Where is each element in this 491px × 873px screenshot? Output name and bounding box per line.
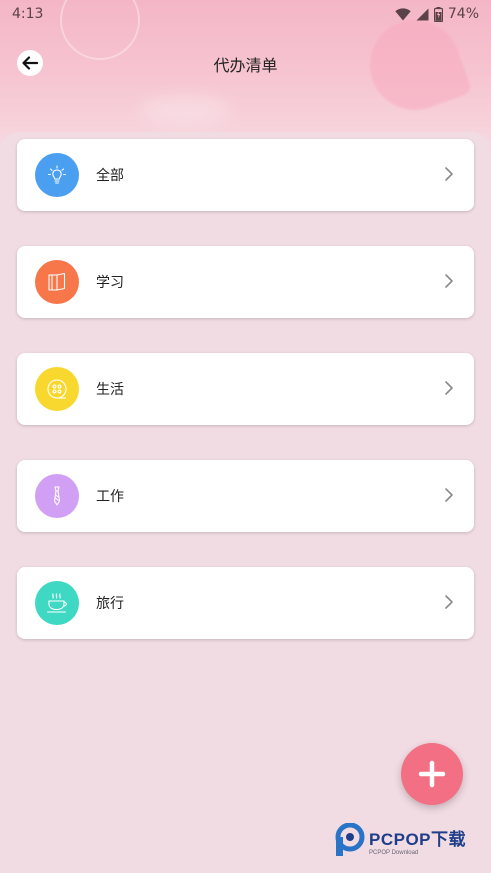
status-bar: 4:13 74% [0, 0, 491, 28]
chevron-right-icon [445, 381, 453, 395]
battery-icon [433, 6, 443, 22]
signal-icon [416, 8, 429, 20]
wifi-icon [395, 7, 411, 20]
category-item-all[interactable]: 全部 [17, 139, 474, 211]
tie-icon [35, 474, 79, 518]
category-item-life[interactable]: 生活 [17, 353, 474, 425]
battery-percent: 74% [447, 6, 479, 22]
category-label: 工作 [96, 489, 124, 505]
book-icon [35, 260, 79, 304]
lightbulb-icon [35, 153, 79, 197]
chevron-right-icon [445, 488, 453, 502]
category-label: 学习 [96, 275, 124, 291]
category-item-work[interactable]: 工作 [17, 460, 474, 532]
decor-glow [140, 95, 230, 125]
watermark-brand: PCPOP下载 [369, 829, 467, 849]
chevron-right-icon [445, 274, 453, 288]
category-label: 旅行 [96, 596, 124, 612]
coffee-cup-icon [35, 581, 79, 625]
button-icon [35, 367, 79, 411]
category-label: 生活 [96, 382, 124, 398]
category-label: 全部 [96, 168, 124, 184]
category-item-travel[interactable]: 旅行 [17, 567, 474, 639]
watermark-sub: PCPOP Download [369, 849, 419, 856]
chevron-right-icon [445, 595, 453, 609]
watermark: PCPOP下载 PCPOP Download [333, 822, 466, 858]
plus-icon [418, 760, 446, 788]
add-list-button[interactable] [401, 743, 463, 805]
status-icons: 74% [395, 6, 479, 22]
category-item-study[interactable]: 学习 [17, 246, 474, 318]
status-time: 4:13 [12, 6, 44, 22]
chevron-right-icon [445, 167, 453, 181]
page-title: 代办清单 [213, 56, 278, 75]
app-bar: 代办清单 [0, 40, 491, 86]
pcpop-logo-icon [333, 822, 365, 857]
